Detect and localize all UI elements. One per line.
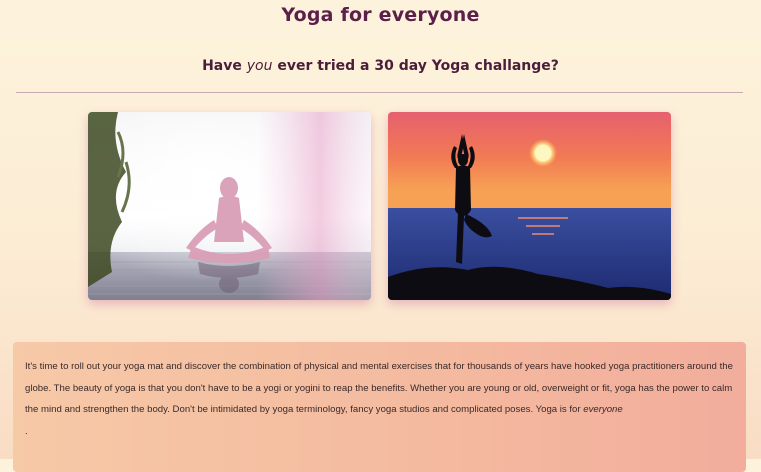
tree-pose-sunset-image <box>388 112 671 300</box>
intro-paragraph: It's time to roll out your yoga mat and … <box>25 356 734 442</box>
intro-emphasis: everyone <box>583 404 623 415</box>
intro-text-box: It's time to roll out your yoga mat and … <box>13 342 746 472</box>
subtitle: Have you ever tried a 30 day Yoga challa… <box>0 58 761 74</box>
subtitle-start: Have <box>202 58 247 74</box>
subtitle-emphasis: you <box>246 58 273 74</box>
woman-meditating-by-water-image <box>88 112 371 300</box>
intro-text: It's time to roll out your yoga mat and … <box>25 361 733 415</box>
subtitle-end: ever tried a 30 day Yoga challange? <box>272 58 559 74</box>
page-title: Yoga for everyone <box>281 4 480 26</box>
intro-trailing: . <box>25 425 28 437</box>
divider <box>16 92 743 93</box>
